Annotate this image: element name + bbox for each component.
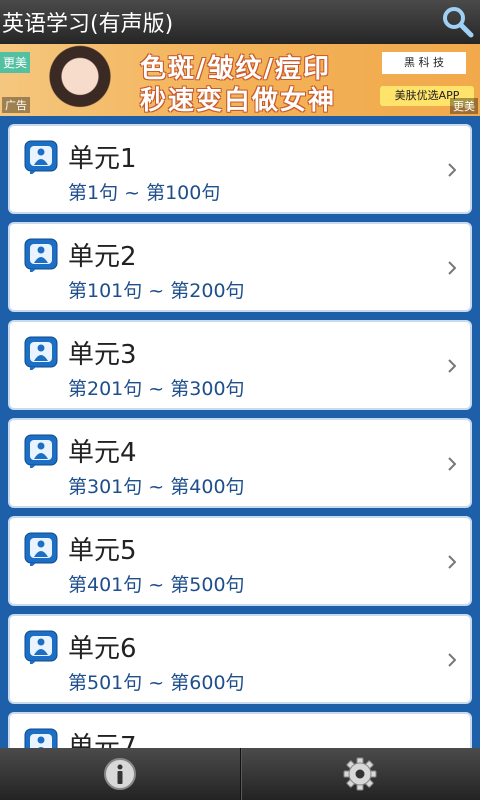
person-icon: [24, 238, 58, 272]
person-icon: [24, 434, 58, 468]
ad-model-image: [40, 44, 120, 116]
unit-card-2[interactable]: 单元2 第101句 ~ 第200句: [8, 222, 472, 312]
unit-title: 单元5: [68, 536, 137, 566]
ad-subheadline: 秒速变白做女神: [140, 86, 337, 116]
chevron-right-icon: [448, 359, 456, 373]
unit-range: 第501句 ~ 第600句: [68, 672, 245, 694]
chevron-right-icon: [448, 653, 456, 667]
app-title: 英语学习(有声版): [2, 12, 174, 37]
ad-close-label[interactable]: 更美: [450, 98, 478, 114]
ad-banner[interactable]: 更美 广告 色斑/皱纹/痘印 秒速变白做女神 黑 科 技 美肤优选APP 更美: [0, 44, 480, 116]
person-icon: [24, 336, 58, 370]
unit-title: 单元2: [68, 242, 137, 272]
unit-range: 第1句 ~ 第100句: [68, 182, 221, 204]
unit-title: 单元1: [68, 144, 137, 174]
unit-card-7[interactable]: 单元7: [8, 712, 472, 748]
unit-card-3[interactable]: 单元3 第201句 ~ 第300句: [8, 320, 472, 410]
unit-range: 第301句 ~ 第400句: [68, 476, 245, 498]
person-icon: [24, 728, 58, 748]
settings-button[interactable]: [241, 748, 480, 800]
bottom-toolbar: [0, 748, 480, 800]
person-icon: [24, 630, 58, 664]
unit-card-1[interactable]: 单元1 第1句 ~ 第100句: [8, 124, 472, 214]
title-bar: 英语学习(有声版): [0, 0, 480, 44]
ad-label: 广告: [2, 97, 30, 113]
unit-card-5[interactable]: 单元5 第401句 ~ 第500句: [8, 516, 472, 606]
gear-icon: [343, 757, 377, 791]
unit-card-4[interactable]: 单元4 第301句 ~ 第400句: [8, 418, 472, 508]
unit-title: 单元6: [68, 634, 137, 664]
person-icon: [24, 532, 58, 566]
unit-range: 第401句 ~ 第500句: [68, 574, 245, 596]
unit-title: 单元4: [68, 438, 137, 468]
unit-list[interactable]: 单元1 第1句 ~ 第100句 单元2 第101句 ~ 第200句 单元3 第2…: [0, 116, 480, 748]
info-button[interactable]: [0, 748, 240, 800]
person-icon: [24, 140, 58, 174]
unit-title: 单元7: [68, 732, 137, 748]
unit-title: 单元3: [68, 340, 137, 370]
unit-range: 第101句 ~ 第200句: [68, 280, 245, 302]
ad-left-tag: 更美: [0, 52, 31, 73]
search-icon: [443, 7, 474, 38]
chevron-right-icon: [448, 457, 456, 471]
ad-brand: 黑 科 技: [382, 52, 466, 74]
unit-card-6[interactable]: 单元6 第501句 ~ 第600句: [8, 614, 472, 704]
chevron-right-icon: [448, 163, 456, 177]
search-button[interactable]: [436, 0, 480, 44]
unit-range: 第201句 ~ 第300句: [68, 378, 245, 400]
chevron-right-icon: [448, 261, 456, 275]
chevron-right-icon: [448, 555, 456, 569]
info-icon: [103, 758, 136, 790]
